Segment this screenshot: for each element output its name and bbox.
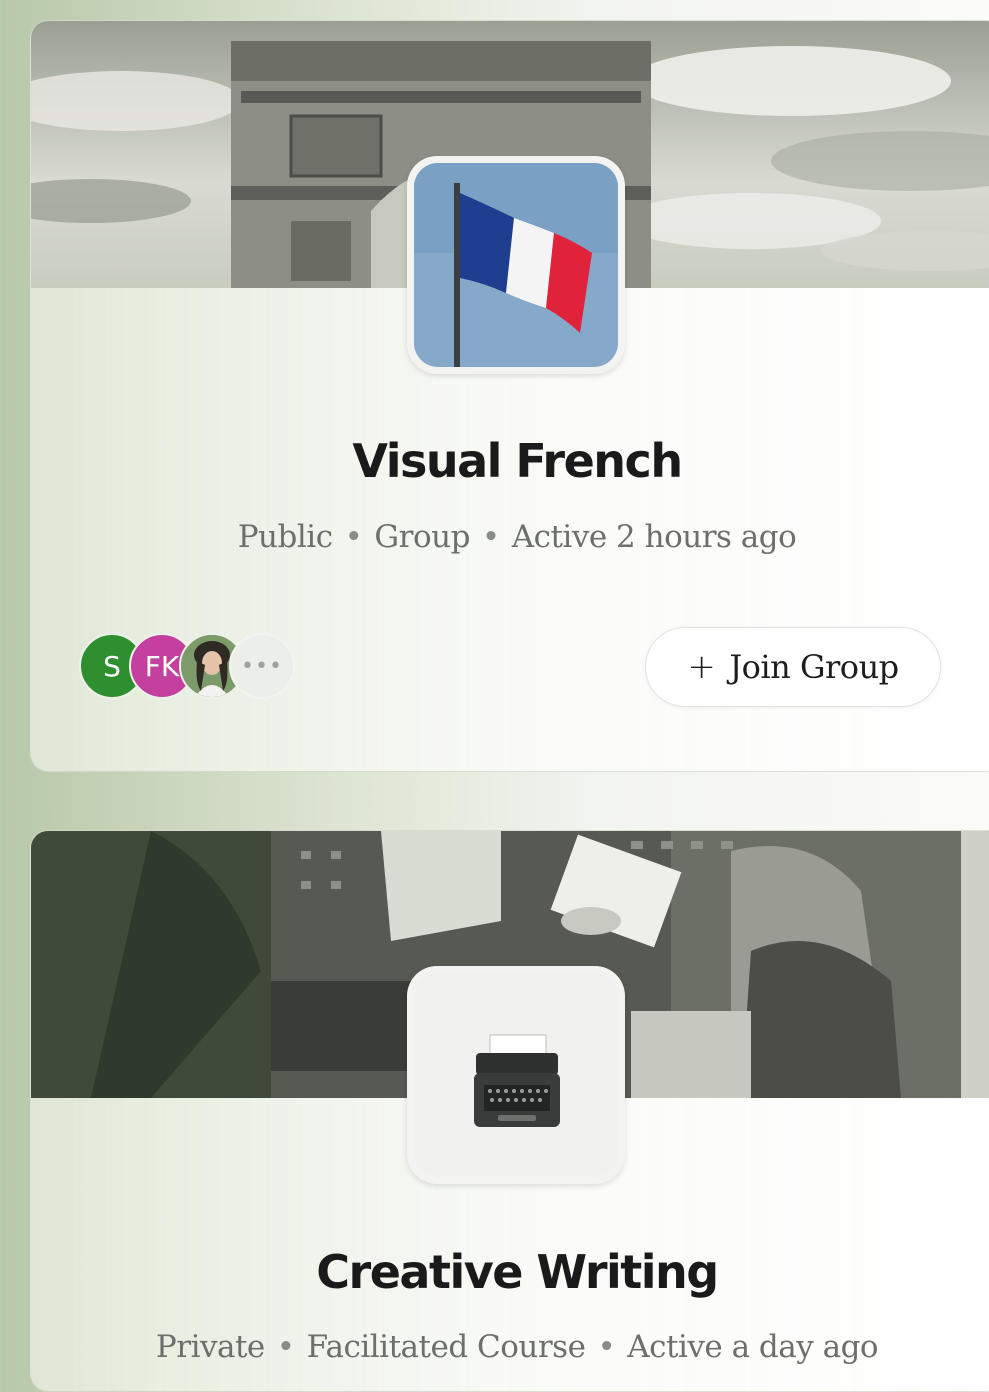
- group-type: Facilitated Course: [306, 1329, 586, 1365]
- french-flag-icon: [414, 163, 618, 367]
- group-meta: Private • Facilitated Course • Active a day …: [31, 1329, 989, 1365]
- group-activity: Active a day ago: [627, 1329, 879, 1365]
- group-title[interactable]: Creative Writing: [31, 1245, 989, 1299]
- separator-dot: •: [597, 1329, 616, 1365]
- join-group-label: Join Group: [729, 648, 899, 686]
- typewriter-icon: [414, 973, 618, 1177]
- group-activity: Active 2 hours ago: [511, 519, 797, 555]
- group-visibility: Private: [155, 1329, 265, 1365]
- group-meta: Public • Group • Active 2 hours ago: [31, 519, 989, 555]
- group-type: Group: [374, 519, 470, 555]
- group-icon-tile: [407, 156, 625, 374]
- more-members-icon[interactable]: •••: [229, 633, 295, 699]
- plus-icon: +: [687, 647, 716, 687]
- separator-dot: •: [344, 519, 363, 555]
- group-icon-tile: [407, 966, 625, 1184]
- join-group-button[interactable]: + Join Group: [645, 627, 941, 707]
- separator-dot: •: [481, 519, 500, 555]
- group-visibility: Public: [237, 519, 333, 555]
- group-card-visual-french[interactable]: Visual French Public • Group • Active 2 hour…: [30, 20, 989, 772]
- member-avatars[interactable]: S FK •••: [79, 633, 319, 699]
- separator-dot: •: [276, 1329, 295, 1365]
- group-card-creative-writing[interactable]: Creative Writing Private • Facilitated Cou…: [30, 830, 989, 1392]
- group-title[interactable]: Visual French: [31, 434, 989, 488]
